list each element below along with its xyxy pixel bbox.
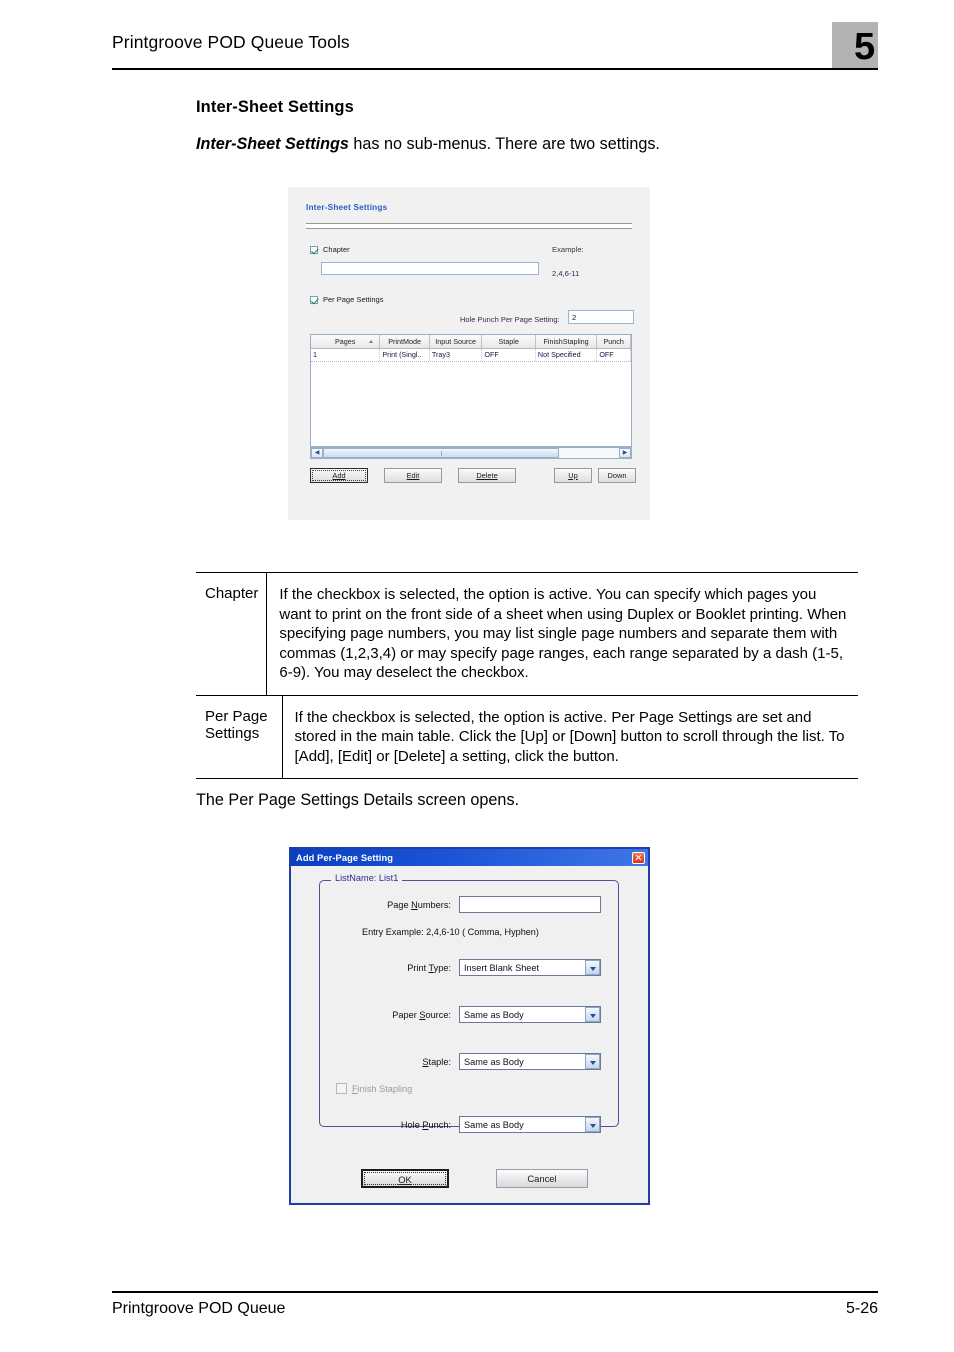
hole-punch-per-page-label: Hole Punch Per Page Setting: (460, 315, 560, 324)
term-per-page-settings: Per Page Settings (196, 695, 283, 778)
staple-label: Staple: (422, 1057, 451, 1067)
footer-divider (112, 1291, 878, 1294)
header-divider (112, 68, 878, 71)
cell-punch: OFF (597, 349, 631, 361)
section-heading: Inter-Sheet Settings (196, 98, 354, 116)
paper-source-label: Paper Source: (392, 1010, 451, 1020)
chevron-down-icon[interactable] (584, 1054, 600, 1069)
delete-button[interactable]: Delete (458, 468, 516, 483)
grid-header-row: Pages PrintMode Input Source Staple Fini… (311, 335, 631, 349)
per-page-settings-checkbox-row[interactable]: Per Page Settings (310, 295, 383, 304)
example-label: Example: (552, 245, 584, 254)
print-type-value: Insert Blank Sheet (464, 962, 540, 973)
print-type-select[interactable]: Insert Blank Sheet (459, 959, 601, 976)
hole-punch-value: Same as Body (464, 1119, 524, 1130)
settings-description-table: Chapter If the checkbox is selected, the… (196, 572, 858, 779)
staple-select[interactable]: Same as Body (459, 1053, 601, 1070)
running-head-title: Printgroove POD Queue Tools (112, 32, 350, 52)
chevron-down-icon[interactable] (584, 1117, 600, 1132)
dialog-titlebar[interactable]: Add Per-Page Setting (291, 849, 648, 866)
scrollbar-track[interactable] (559, 448, 619, 458)
cell-finishstapling: Not Specified (536, 349, 598, 361)
figure-add-per-page-setting-dialog: Add Per-Page Setting ListName: List1 Pag… (289, 847, 650, 1205)
down-button-label: Down (607, 471, 627, 480)
cancel-button[interactable]: Cancel (496, 1169, 588, 1188)
section-intro-paragraph: Inter-Sheet Settings has no sub-menus. T… (196, 135, 660, 154)
finish-stapling-label: Finish Stapling (352, 1083, 413, 1094)
term-chapter: Chapter (196, 573, 268, 695)
paper-source-value: Same as Body (464, 1009, 524, 1020)
chevron-down-icon[interactable] (584, 1007, 600, 1022)
per-page-settings-grid[interactable]: Pages PrintMode Input Source Staple Fini… (310, 334, 632, 447)
scrollbar-thumb[interactable] (323, 448, 559, 458)
paper-source-select[interactable]: Same as Body (459, 1006, 601, 1023)
hole-punch-select[interactable]: Same as Body (459, 1116, 601, 1133)
grid-col-input-source[interactable]: Input Source (430, 335, 483, 348)
chapter-number: 5 (854, 26, 876, 68)
description-per-page-settings: If the checkbox is selected, the option … (294, 708, 845, 765)
grid-col-printmode[interactable]: PrintMode (380, 335, 430, 348)
hole-punch-per-page-value: 2 (572, 313, 577, 322)
per-page-settings-checkbox[interactable] (310, 295, 318, 304)
dialog-title: Add Per-Page Setting (296, 852, 394, 863)
cell-pages: 1 (311, 349, 381, 361)
example-value: 2,4,6-11 (552, 269, 580, 278)
page-numbers-label: Page Numbers: (387, 900, 451, 910)
cell-staple: OFF (482, 349, 536, 361)
footer-document-title: Printgroove POD Queue (112, 1300, 286, 1317)
edit-button[interactable]: Edit (384, 468, 442, 483)
close-icon[interactable] (632, 851, 645, 864)
add-button[interactable]: Add (310, 468, 368, 483)
chapter-pages-input[interactable] (321, 262, 539, 275)
description-chapter: If the checkbox is selected, the option … (279, 586, 847, 681)
up-button[interactable]: Up (554, 468, 592, 483)
ok-button[interactable]: OK (361, 1169, 449, 1188)
grid-col-finishstapling[interactable]: FinishStapling (536, 335, 598, 348)
listname-legend: ListName: List1 (331, 873, 403, 883)
scroll-left-arrow-icon[interactable]: ◀ (311, 448, 323, 458)
intro-emphasis: Inter-Sheet Settings (196, 135, 349, 153)
cancel-button-label: Cancel (527, 1173, 557, 1184)
grid-col-pages-label: Pages (334, 337, 356, 346)
entry-example-hint: Entry Example: 2,4,6-10 ( Comma, Hyphen) (362, 927, 539, 937)
finish-stapling-checkbox (336, 1083, 347, 1094)
scroll-right-arrow-icon[interactable]: ▶ (619, 448, 631, 458)
chapter-checkbox[interactable] (310, 245, 318, 254)
grid-col-pages[interactable]: Pages (311, 335, 381, 348)
cell-printmode: Print (Singl.. (380, 349, 430, 361)
chevron-down-icon[interactable] (584, 960, 600, 975)
table-row: Chapter If the checkbox is selected, the… (196, 572, 858, 695)
chapter-number-badge: 5 (832, 22, 878, 68)
hole-punch-label: Hole Punch: (400, 1120, 451, 1130)
finish-stapling-checkbox-row: Finish Stapling (336, 1083, 412, 1094)
up-button-label: Up (568, 471, 578, 480)
staple-value: Same as Body (464, 1056, 524, 1067)
print-type-label: Print Type: (407, 963, 451, 973)
delete-button-label: Delete (476, 471, 498, 480)
down-button[interactable]: Down (598, 468, 636, 483)
chapter-checkbox-label: Chapter (323, 245, 350, 254)
chapter-checkbox-row[interactable]: Chapter (310, 245, 350, 254)
footer-page-number: 5-26 (845, 1300, 878, 1317)
edit-button-label: Edit (406, 471, 420, 480)
cell-input-source: Tray3 (430, 349, 483, 361)
table-row[interactable]: 1 Print (Singl.. Tray3 OFF Not Specified… (311, 349, 631, 362)
sort-ascending-icon (369, 340, 374, 343)
page-header: Printgroove POD Queue Tools (112, 28, 842, 72)
intro-rest: has no sub-menus. There are two settings… (348, 135, 660, 153)
grid-col-punch[interactable]: Punch (597, 335, 631, 348)
per-page-settings-checkbox-label: Per Page Settings (323, 295, 384, 304)
grid-col-staple[interactable]: Staple (482, 335, 536, 348)
figure-panel-title: Inter-Sheet Settings (306, 203, 388, 212)
after-table-paragraph: The Per Page Settings Details screen ope… (196, 791, 520, 809)
hole-punch-per-page-input[interactable]: 2 (568, 310, 634, 324)
panel-title-divider (306, 223, 632, 229)
grid-horizontal-scrollbar[interactable]: ◀ ▶ (310, 447, 632, 459)
figure-inter-sheet-settings: Inter-Sheet Settings Chapter Example: 2,… (288, 187, 650, 520)
table-row: Per Page Settings If the checkbox is sel… (196, 694, 858, 779)
page-numbers-input[interactable] (459, 896, 601, 913)
